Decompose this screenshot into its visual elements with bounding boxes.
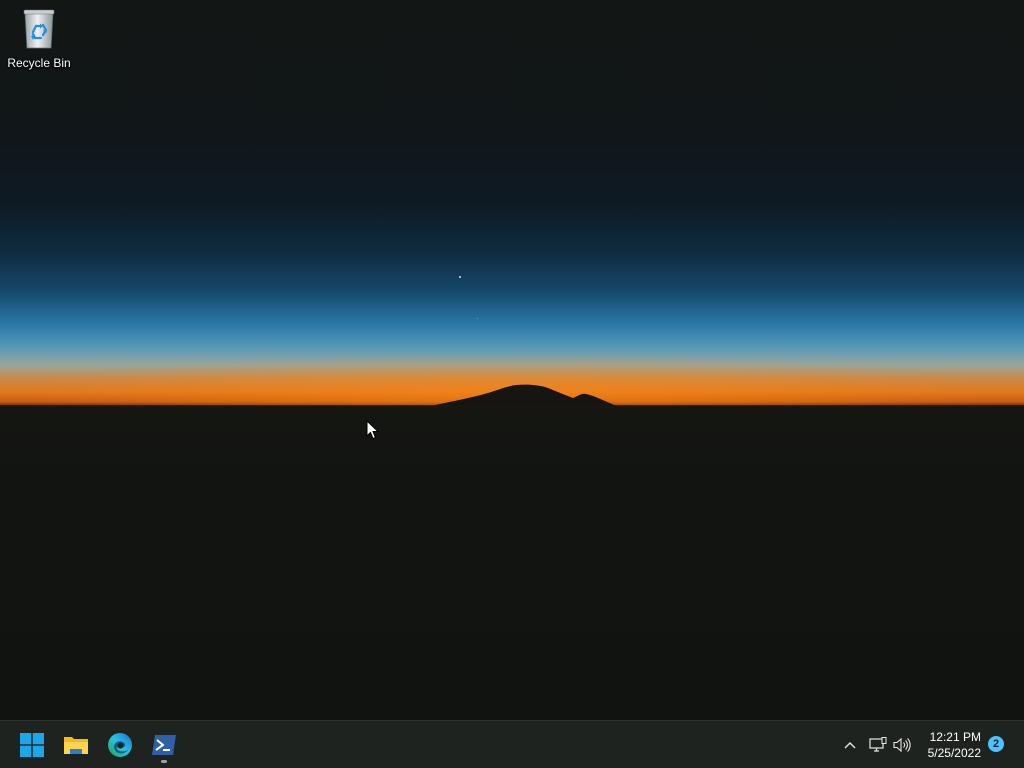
- system-clock[interactable]: 12:21 PM 5/25/2022: [911, 729, 981, 761]
- mountain-silhouette: [0, 384, 1024, 408]
- mouse-cursor-icon: [366, 420, 380, 440]
- windows-start-icon: [20, 733, 44, 757]
- star: [477, 318, 478, 319]
- desktop[interactable]: Recycle Bin: [0, 0, 1024, 720]
- desktop-icon-recycle-bin[interactable]: Recycle Bin: [4, 6, 74, 76]
- taskbar-powershell-button[interactable]: [144, 725, 184, 765]
- taskbar-edge-button[interactable]: [100, 725, 140, 765]
- network-icon: [869, 737, 887, 752]
- folder-icon: [64, 737, 88, 754]
- chevron-up-icon: [844, 742, 856, 749]
- notification-badge[interactable]: 2: [988, 736, 1004, 752]
- desktop-icon-label: Recycle Bin: [7, 56, 71, 70]
- start-button[interactable]: [12, 725, 52, 765]
- running-indicator: [161, 760, 167, 763]
- network-button[interactable]: [866, 733, 890, 757]
- star: [459, 276, 461, 278]
- edge-icon: [108, 733, 132, 757]
- recycle-bin-icon: [21, 8, 57, 50]
- taskbar-file-explorer-button[interactable]: [56, 725, 96, 765]
- taskbar: 12:21 PM 5/25/2022: [0, 720, 1024, 768]
- volume-icon: [893, 737, 911, 753]
- clock-time: 12:21 PM: [929, 730, 981, 744]
- powershell-icon: [152, 735, 176, 755]
- clock-date: 5/25/2022: [927, 746, 981, 760]
- show-hidden-icons-button[interactable]: [838, 733, 862, 757]
